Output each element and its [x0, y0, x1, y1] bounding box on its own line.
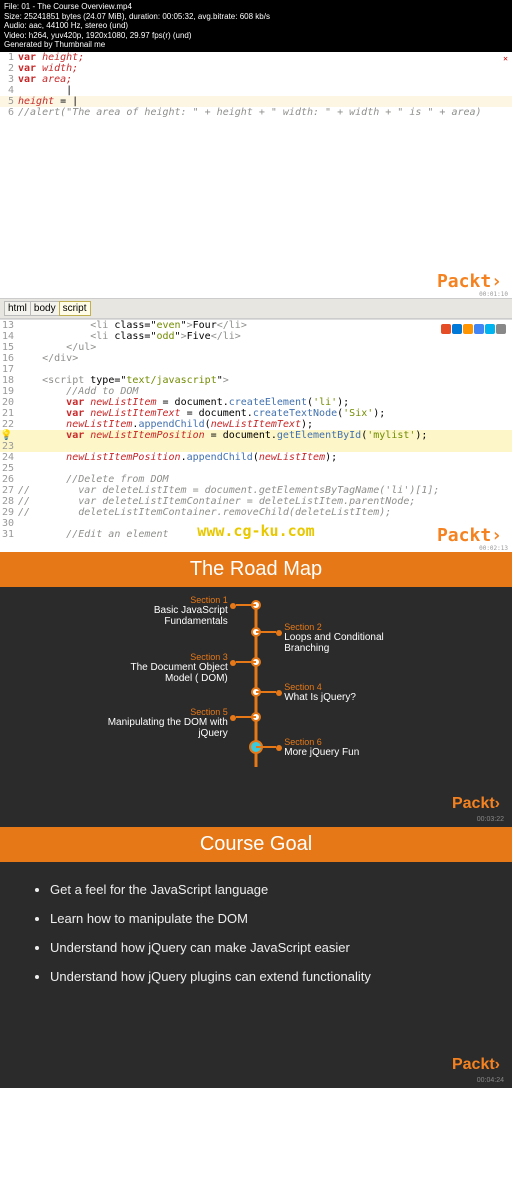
slide-title: Course Goal	[0, 827, 512, 862]
code-line[interactable]: 5height = |	[0, 96, 512, 107]
code-line[interactable]: 💡23 var newListItemPosition = document.g…	[0, 430, 512, 452]
meta-video: Video: h264, yuv420p, 1920x1080, 29.97 f…	[4, 31, 508, 41]
code-line[interactable]: 26 //Delete from DOM	[0, 474, 512, 485]
roadmap-section-label: Section 4What Is jQuery?	[266, 682, 406, 703]
timestamp: 00:04:24	[477, 1077, 504, 1084]
code-line[interactable]: 1var height;	[0, 52, 512, 63]
roadmap-slide: The Road Map Section 1Basic JavaScript F…	[0, 552, 512, 827]
timestamp: 00:03:22	[477, 816, 504, 823]
code-line[interactable]: 6//alert("The area of height: " + height…	[0, 107, 512, 118]
code-line[interactable]: 19 //Add to DOM	[0, 386, 512, 397]
code-line[interactable]: 25	[0, 463, 512, 474]
code-line[interactable]: 14 <li class="odd">Five</li>	[0, 331, 512, 342]
code-line[interactable]: 22 newListItem.appendChild(newListItemTe…	[0, 419, 512, 430]
goal-item: Understand how jQuery can make JavaScrip…	[50, 940, 482, 955]
breadcrumb-body[interactable]: body	[30, 301, 60, 316]
code-line[interactable]: 17	[0, 364, 512, 375]
watermark: www.cg-ku.com	[197, 522, 314, 540]
packt-logo: Packt›	[452, 795, 500, 813]
close-icon[interactable]: ✕	[503, 54, 508, 63]
roadmap-section-label: Section 5Manipulating the DOM with jQuer…	[106, 707, 246, 739]
code-line[interactable]: 27// var deleteListItem = document.getEl…	[0, 485, 512, 496]
code-line[interactable]: 16 </div>	[0, 353, 512, 364]
goals-slide: Course Goal Get a feel for the JavaScrip…	[0, 827, 512, 1088]
timestamp: 00:01:10	[479, 291, 508, 298]
roadmap-section-label: Section 3The Document Object Model ( DOM…	[106, 652, 246, 684]
packt-logo: Packt›	[452, 1056, 500, 1074]
editor-whitespace: Packt› 00:01:10	[0, 118, 512, 298]
goal-item: Understand how jQuery plugins can extend…	[50, 969, 482, 984]
packt-logo: Packt›	[437, 271, 502, 292]
breadcrumb: htmlbodyscript	[0, 298, 512, 319]
video-metadata: File: 01 - The Course Overview.mp4 Size:…	[0, 0, 512, 52]
code-editor-top[interactable]: ✕ 1var height;2var width;3var area;4 |5h…	[0, 52, 512, 298]
code-line[interactable]: 24 newListItemPosition.appendChild(newLi…	[0, 452, 512, 463]
breadcrumb-html[interactable]: html	[4, 301, 31, 316]
code-line[interactable]: 15 </ul>	[0, 342, 512, 353]
goals-list: Get a feel for the JavaScript language Le…	[0, 862, 512, 1058]
roadmap-section-label: Section 2Loops and Conditional Branching	[266, 622, 406, 654]
timestamp: 00:02:13	[479, 545, 508, 552]
packt-logo: Packt›	[437, 525, 502, 546]
roadmap-section-label: Section 6More jQuery Fun	[266, 737, 406, 758]
roadmap-diagram: Section 1Basic JavaScript Fundamentals Se…	[0, 587, 512, 797]
goal-item: Get a feel for the JavaScript language	[50, 882, 482, 897]
code-line[interactable]: 2var width;	[0, 63, 512, 74]
code-line[interactable]: 13 <li class="even">Four</li>	[0, 320, 512, 331]
code-editor-bottom[interactable]: 13 <li class="even">Four</li>14 <li clas…	[0, 319, 512, 552]
browser-icons	[440, 324, 506, 337]
breadcrumb-script[interactable]: script	[59, 301, 91, 316]
code-line[interactable]: 4 |	[0, 85, 512, 96]
roadmap-section-label: Section 1Basic JavaScript Fundamentals	[106, 595, 246, 627]
code-line[interactable]: 18 <script type="text/javascript">	[0, 375, 512, 386]
code-line[interactable]: 3var area;	[0, 74, 512, 85]
code-line[interactable]: 28// var deleteListItemContainer = delet…	[0, 496, 512, 507]
code-line[interactable]: 21 var newListItemText = document.create…	[0, 408, 512, 419]
code-line[interactable]: 29// deleteListItemContainer.removeChild…	[0, 507, 512, 518]
code-line[interactable]: 20 var newListItem = document.createElem…	[0, 397, 512, 408]
meta-gen: Generated by Thumbnail me	[4, 40, 508, 50]
slide-title: The Road Map	[0, 552, 512, 587]
goal-item: Learn how to manipulate the DOM	[50, 911, 482, 926]
meta-size: Size: 25241851 bytes (24.07 MiB), durati…	[4, 12, 508, 22]
meta-audio: Audio: aac, 44100 Hz, stereo (und)	[4, 21, 508, 31]
meta-file: File: 01 - The Course Overview.mp4	[4, 2, 508, 12]
